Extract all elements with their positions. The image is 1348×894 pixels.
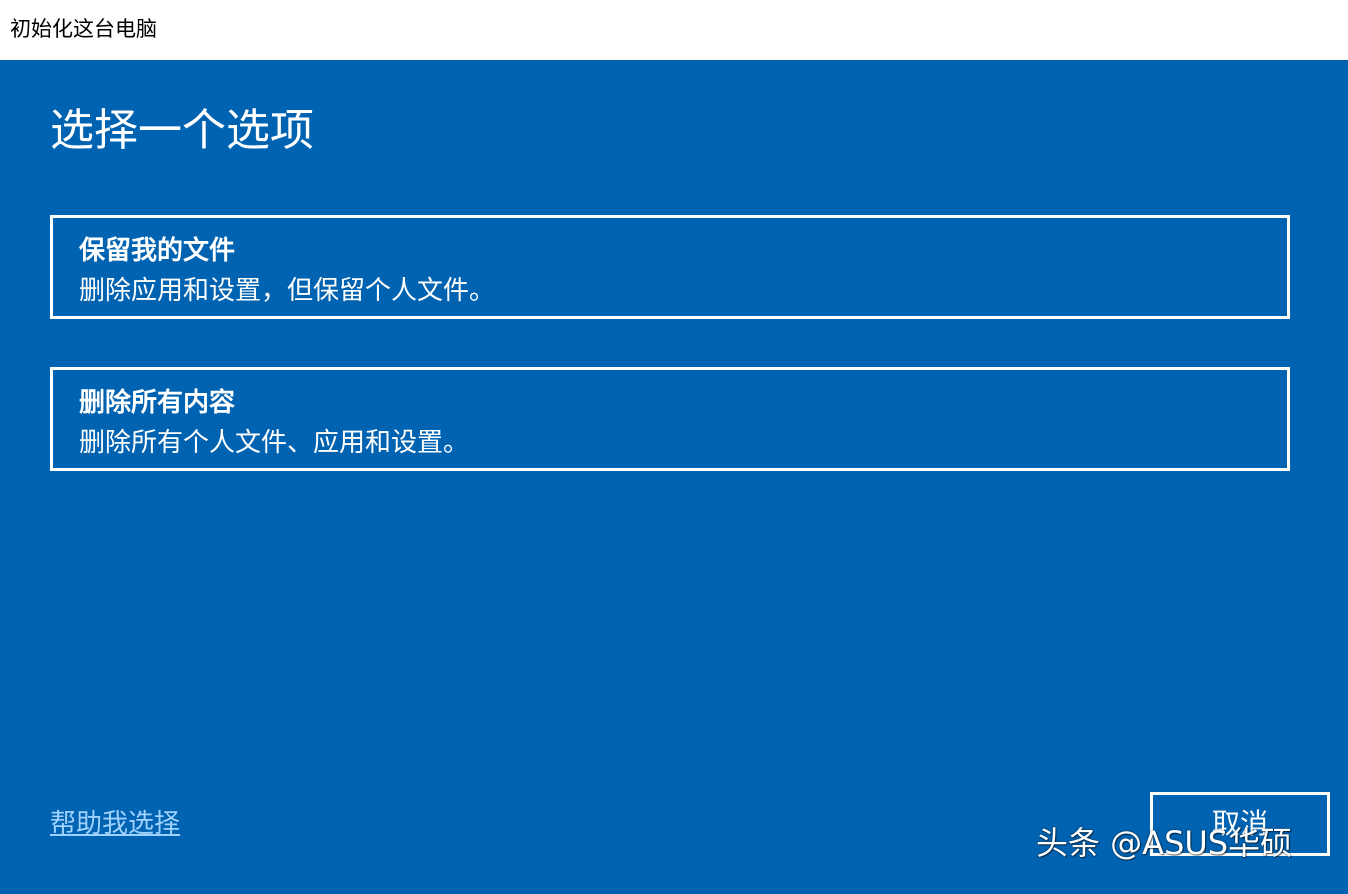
option-title: 删除所有内容	[79, 388, 236, 418]
option-remove-everything[interactable]: 删除所有内容 删除所有个人文件、应用和设置。	[50, 367, 1290, 471]
reset-pc-window: 初始化这台电脑 选择一个选项 保留我的文件 删除应用和设置，但保留个人文件。 删…	[0, 0, 1348, 894]
option-description: 删除应用和设置，但保留个人文件。	[79, 276, 496, 306]
option-keep-my-files[interactable]: 保留我的文件 删除应用和设置，但保留个人文件。	[50, 215, 1290, 319]
page-heading: 选择一个选项	[50, 105, 314, 156]
dialog-content: 选择一个选项 保留我的文件 删除应用和设置，但保留个人文件。 删除所有内容 删除…	[0, 60, 1348, 894]
option-title: 保留我的文件	[79, 236, 236, 266]
window-title: 初始化这台电脑	[10, 17, 157, 41]
option-description: 删除所有个人文件、应用和设置。	[79, 428, 470, 458]
source-watermark: 头条 @ASUS华硕	[1036, 824, 1293, 862]
title-bar: 初始化这台电脑	[0, 0, 1348, 60]
help-me-choose-link[interactable]: 帮助我选择	[50, 807, 180, 841]
